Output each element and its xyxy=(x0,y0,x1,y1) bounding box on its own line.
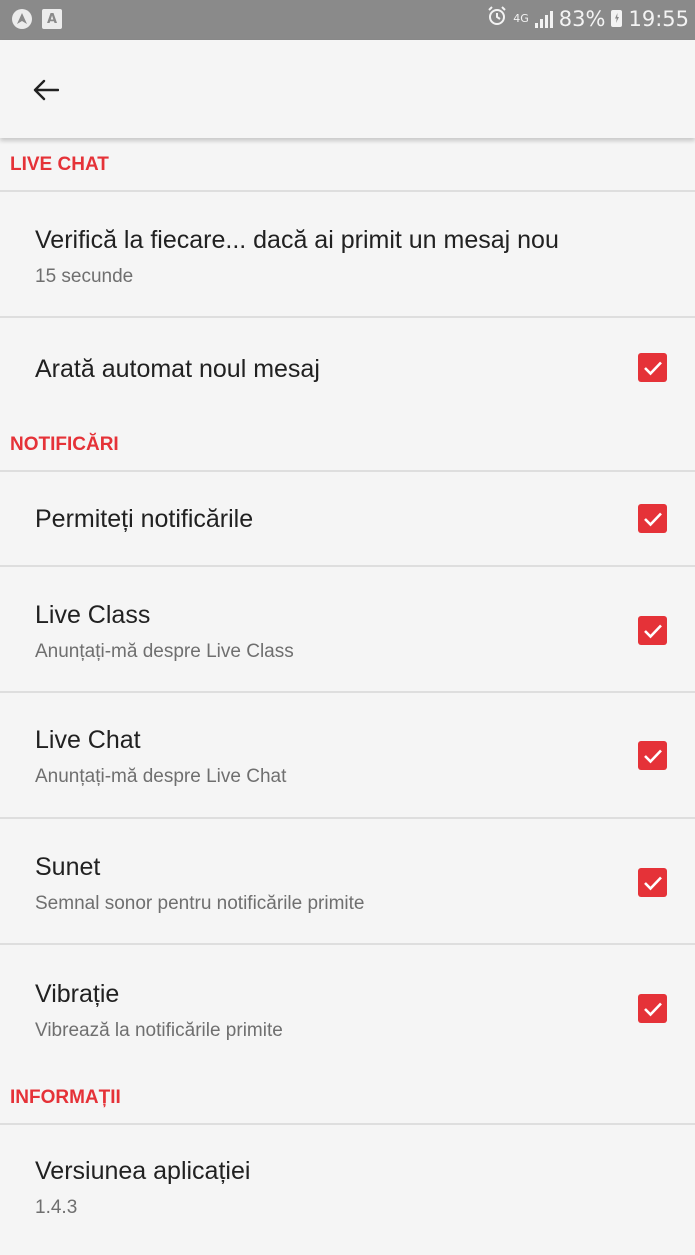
setting-title: Verifică la fiecare... dacă ai primit un… xyxy=(35,226,559,254)
check-icon xyxy=(643,876,662,890)
status-bar: A 4G 83% 19:55 xyxy=(0,0,695,40)
signal-icon xyxy=(534,10,553,28)
section-header-info: INFORMAȚII xyxy=(0,1071,695,1125)
check-icon xyxy=(643,1002,662,1016)
checkbox-live-class[interactable] xyxy=(638,616,667,645)
setting-allow-notifications[interactable]: Permiteți notificările xyxy=(0,472,695,567)
setting-live-chat[interactable]: Live Chat Anunțați-mă despre Live Chat xyxy=(0,693,695,819)
check-icon xyxy=(643,512,662,526)
setting-subtitle: Semnal sonor pentru notificările primite xyxy=(35,893,365,914)
image-notification-icon: A xyxy=(42,9,62,29)
setting-app-version[interactable]: Versiunea aplicației 1.4.3 xyxy=(0,1125,695,1255)
setting-subtitle: Anunțați-mă despre Live Class xyxy=(35,641,294,662)
section-header-live-chat: LIVE CHAT xyxy=(0,138,695,192)
checkbox-auto-show[interactable] xyxy=(638,353,667,382)
arrow-left-icon xyxy=(33,79,59,101)
setting-title: Arată automat noul mesaj xyxy=(35,355,320,383)
setting-title: Sunet xyxy=(35,853,101,881)
network-4g-icon: 4G xyxy=(513,11,529,25)
setting-refresh-interval[interactable]: Verifică la fiecare... dacă ai primit un… xyxy=(0,192,695,318)
checkbox-allow-notifications[interactable] xyxy=(638,504,667,533)
location-icon xyxy=(12,9,32,29)
setting-subtitle: Vibrează la notificările primite xyxy=(35,1020,283,1041)
setting-value: 1.4.3 xyxy=(35,1197,78,1218)
battery-charging-icon xyxy=(611,10,623,27)
network-type: 4G xyxy=(513,11,529,25)
clock: 19:55 xyxy=(628,6,689,31)
section-header-notifications: NOTIFICĂRI xyxy=(0,418,695,472)
back-button[interactable] xyxy=(22,66,70,114)
checkbox-sound[interactable] xyxy=(638,868,667,897)
check-icon xyxy=(643,749,662,763)
checkbox-vibration[interactable] xyxy=(638,994,667,1023)
setting-subtitle: Anunțați-mă despre Live Chat xyxy=(35,766,287,787)
check-icon xyxy=(643,624,662,638)
toolbar xyxy=(0,40,695,138)
setting-title: Live Class xyxy=(35,601,151,629)
setting-title: Permiteți notificările xyxy=(35,505,254,533)
setting-live-class[interactable]: Live Class Anunțați-mă despre Live Class xyxy=(0,567,695,693)
settings-list: LIVE CHAT Verifică la fiecare... dacă ai… xyxy=(0,138,695,1255)
setting-vibration[interactable]: Vibrație Vibrează la notificările primit… xyxy=(0,945,695,1071)
setting-sound[interactable]: Sunet Semnal sonor pentru notificările p… xyxy=(0,819,695,945)
setting-title: Versiunea aplicației xyxy=(35,1157,251,1185)
alarm-icon xyxy=(487,6,507,31)
setting-title: Live Chat xyxy=(35,726,141,754)
setting-value: 15 secunde xyxy=(35,266,134,287)
setting-title: Vibrație xyxy=(35,980,120,1008)
check-icon xyxy=(643,361,662,375)
checkbox-live-chat[interactable] xyxy=(638,741,667,770)
setting-auto-show-message[interactable]: Arată automat noul mesaj xyxy=(0,318,695,418)
battery-percent: 83% xyxy=(558,6,606,31)
